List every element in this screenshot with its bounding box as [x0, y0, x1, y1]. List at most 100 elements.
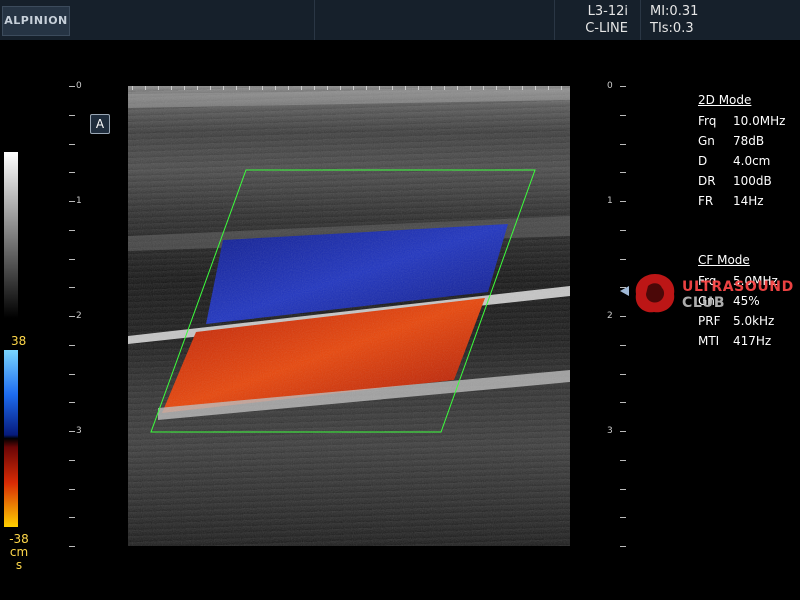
panel-2d-mode: 2D Mode Frq 10.0MHz Gn 78dB D 4.0cm DR 100dB FR 1… [698, 93, 785, 211]
mode-2d-param-row: FR 14Hz [698, 191, 785, 211]
probe-info: L3-12i C-LINE [558, 3, 628, 37]
scale-tick [69, 344, 75, 346]
ruler-tick [210, 86, 211, 90]
ruler-tick [431, 86, 432, 90]
ruler-tick [249, 86, 250, 90]
scale-tick [69, 488, 75, 490]
ruler-tick [223, 86, 224, 90]
mode-2d-param-value: 14Hz [733, 194, 764, 208]
scale-tick [620, 373, 626, 375]
mode-2d-param-row: Gn 78dB [698, 131, 785, 151]
ruler-tick [418, 86, 419, 90]
ruler-tick [483, 86, 484, 90]
scale-tick [620, 86, 626, 87]
mode-2d-param-value: 10.0MHz [733, 114, 786, 128]
mode-2d-param-value: 4.0cm [733, 154, 771, 168]
ruler-tick [509, 86, 510, 90]
depth-label: 3 [76, 426, 82, 436]
depth-label: 3 [607, 426, 613, 436]
mode-2d-param-key: Gn [698, 134, 715, 148]
thermal-index: TIs:0.3 [650, 21, 694, 36]
scale-tick [69, 114, 75, 116]
ruler-tick [548, 86, 549, 90]
top-bar: ALPINION L3-12i C-LINE MI:0.31 TIs:0.3 [0, 0, 800, 40]
depth-label: 2 [76, 311, 82, 321]
watermark-logo-icon [635, 274, 675, 313]
ruler-tick [171, 86, 172, 90]
ruler-tick [470, 86, 471, 90]
scale-tick [69, 402, 75, 404]
scale-tick [69, 143, 75, 145]
mode-2d-param-key: D [698, 154, 708, 168]
orientation-marker[interactable]: A [90, 114, 110, 134]
mode-2d-param-row: DR 100dB [698, 171, 785, 191]
brand-logo: ALPINION [2, 6, 70, 36]
mode-2d-param-key: FR [698, 194, 714, 208]
scale-tick [620, 201, 626, 202]
ruler-tick [496, 86, 497, 90]
mechanical-index: MI:0.31 [650, 4, 699, 19]
depth-label: 1 [76, 196, 82, 206]
mode-2d-param-key: Frq [698, 114, 717, 128]
ruler-tick [379, 86, 380, 90]
ruler-tick [197, 86, 198, 90]
scale-tick [620, 229, 626, 231]
scale-tick [69, 229, 75, 231]
divider [554, 0, 555, 40]
scale-tick [69, 86, 75, 87]
velocity-unit: cm s [9, 545, 29, 572]
ruler-tick [288, 86, 289, 90]
scale-tick [620, 172, 626, 174]
ruler-tick [444, 86, 445, 90]
ruler-tick [275, 86, 276, 90]
color-velocity-bar [4, 350, 18, 527]
watermark-text: ULTRASOUND CLUB [682, 279, 794, 311]
scale-tick [620, 258, 626, 260]
ruler-tick [314, 86, 315, 90]
ruler-tick [262, 86, 263, 90]
ruler-tick [301, 86, 302, 90]
mode-cf-param-key: PRF [698, 314, 721, 328]
ruler-tick [535, 86, 536, 90]
scale-tick [69, 373, 75, 375]
ruler-tick [340, 86, 341, 90]
scale-tick [69, 258, 75, 260]
ruler-tick [132, 86, 133, 90]
mode-2d-param-key: DR [698, 174, 716, 188]
scale-tick [620, 546, 626, 547]
safety-indices: MI:0.31 TIs:0.3 [650, 3, 698, 37]
ruler-tick [184, 86, 185, 90]
imaging-mode: C-LINE [585, 21, 628, 36]
depth-label: 0 [76, 81, 82, 91]
mode-2d-param-row: D 4.0cm [698, 151, 785, 171]
panel-cf-title: CF Mode [698, 253, 750, 267]
scale-tick [69, 172, 75, 174]
ruler-tick [522, 86, 523, 90]
mode-cf-param-row: MTI 417Hz [698, 331, 778, 351]
scale-tick [69, 546, 75, 547]
ruler-tick [327, 86, 328, 90]
mode-cf-param-value: 417Hz [733, 334, 772, 348]
scale-tick [620, 431, 626, 432]
scale-tick [69, 316, 75, 317]
ruler-tick [366, 86, 367, 90]
watermark-line-1: ULTRASOUND [682, 279, 794, 295]
depth-label: 2 [607, 311, 613, 321]
ruler-tick [457, 86, 458, 90]
velocity-min-unit: -38 cm s [6, 533, 32, 572]
ruler-tick [236, 86, 237, 90]
ruler-tick [353, 86, 354, 90]
ruler-tick [145, 86, 146, 90]
scale-tick [620, 316, 626, 317]
divider [314, 0, 315, 40]
scale-tick [69, 517, 75, 519]
mode-cf-param-row: PRF 5.0kHz [698, 311, 778, 331]
probe-name: L3-12i [587, 4, 628, 19]
mode-cf-param-value: 5.0kHz [733, 314, 775, 328]
ruler-tick [405, 86, 406, 90]
scale-tick [620, 488, 626, 490]
scale-tick [620, 402, 626, 404]
ultrasound-image[interactable] [128, 86, 570, 546]
scale-tick [620, 143, 626, 145]
focus-marker-icon[interactable] [620, 286, 629, 296]
